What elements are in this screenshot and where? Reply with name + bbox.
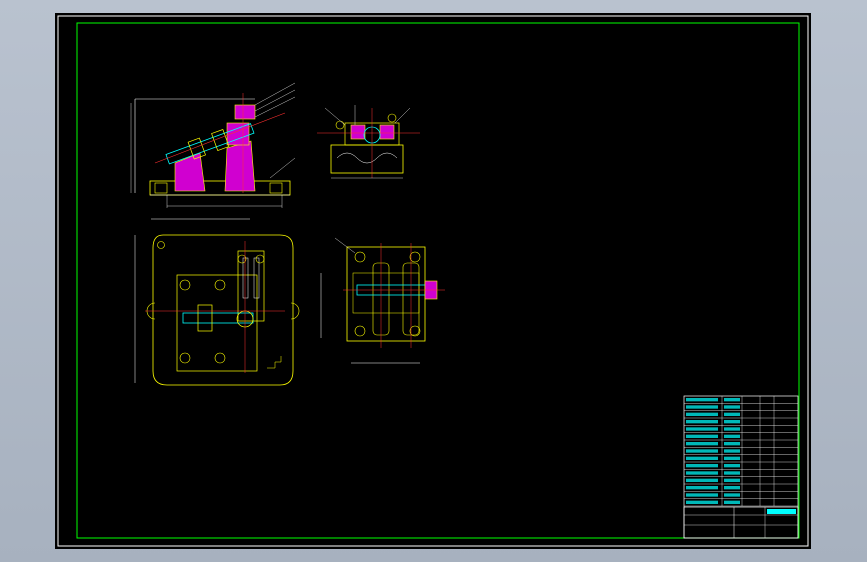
bom-cell-text — [724, 456, 740, 460]
bom-cell-text — [724, 442, 740, 446]
title-block — [683, 395, 799, 539]
bom-cell-text — [724, 449, 740, 453]
bom-cell-text — [686, 412, 718, 416]
bom-cell-text — [686, 405, 718, 409]
bom-cell-text — [686, 478, 718, 482]
bom-cell-text — [686, 464, 718, 468]
bom-cell-text — [686, 434, 718, 438]
bom-cell-text — [724, 500, 740, 504]
top-view — [134, 218, 300, 386]
bom-cell-text — [724, 412, 740, 416]
bom-cell-text — [686, 442, 718, 446]
bom-cell-text — [724, 471, 740, 475]
bom-cell-text — [686, 398, 718, 402]
bom-cell-text — [724, 478, 740, 482]
bom-cell-text — [724, 434, 740, 438]
bom-cell-text — [724, 486, 740, 490]
bom-cell-text — [686, 486, 718, 490]
bom-cell-text — [686, 449, 718, 453]
front-view — [130, 82, 296, 208]
bom-cell-text — [724, 493, 740, 497]
bom-cell-text — [724, 464, 740, 468]
bom-cell-text — [724, 420, 740, 424]
bom-cell-text — [686, 456, 718, 460]
cad-viewport[interactable] — [55, 13, 811, 549]
inner-border — [76, 22, 800, 539]
bom-cell-text — [686, 471, 718, 475]
side-view — [317, 105, 420, 179]
bom-cell-text — [686, 420, 718, 424]
bom-cell-text — [686, 493, 718, 497]
bom-cell-text — [724, 405, 740, 409]
bom-cell-text — [686, 500, 718, 504]
bom-cell-text — [686, 427, 718, 431]
detail-view — [320, 237, 445, 364]
cad-drawing-canvas — [57, 15, 809, 547]
bom-cell-text — [724, 427, 740, 431]
bom-cell-text — [724, 398, 740, 402]
